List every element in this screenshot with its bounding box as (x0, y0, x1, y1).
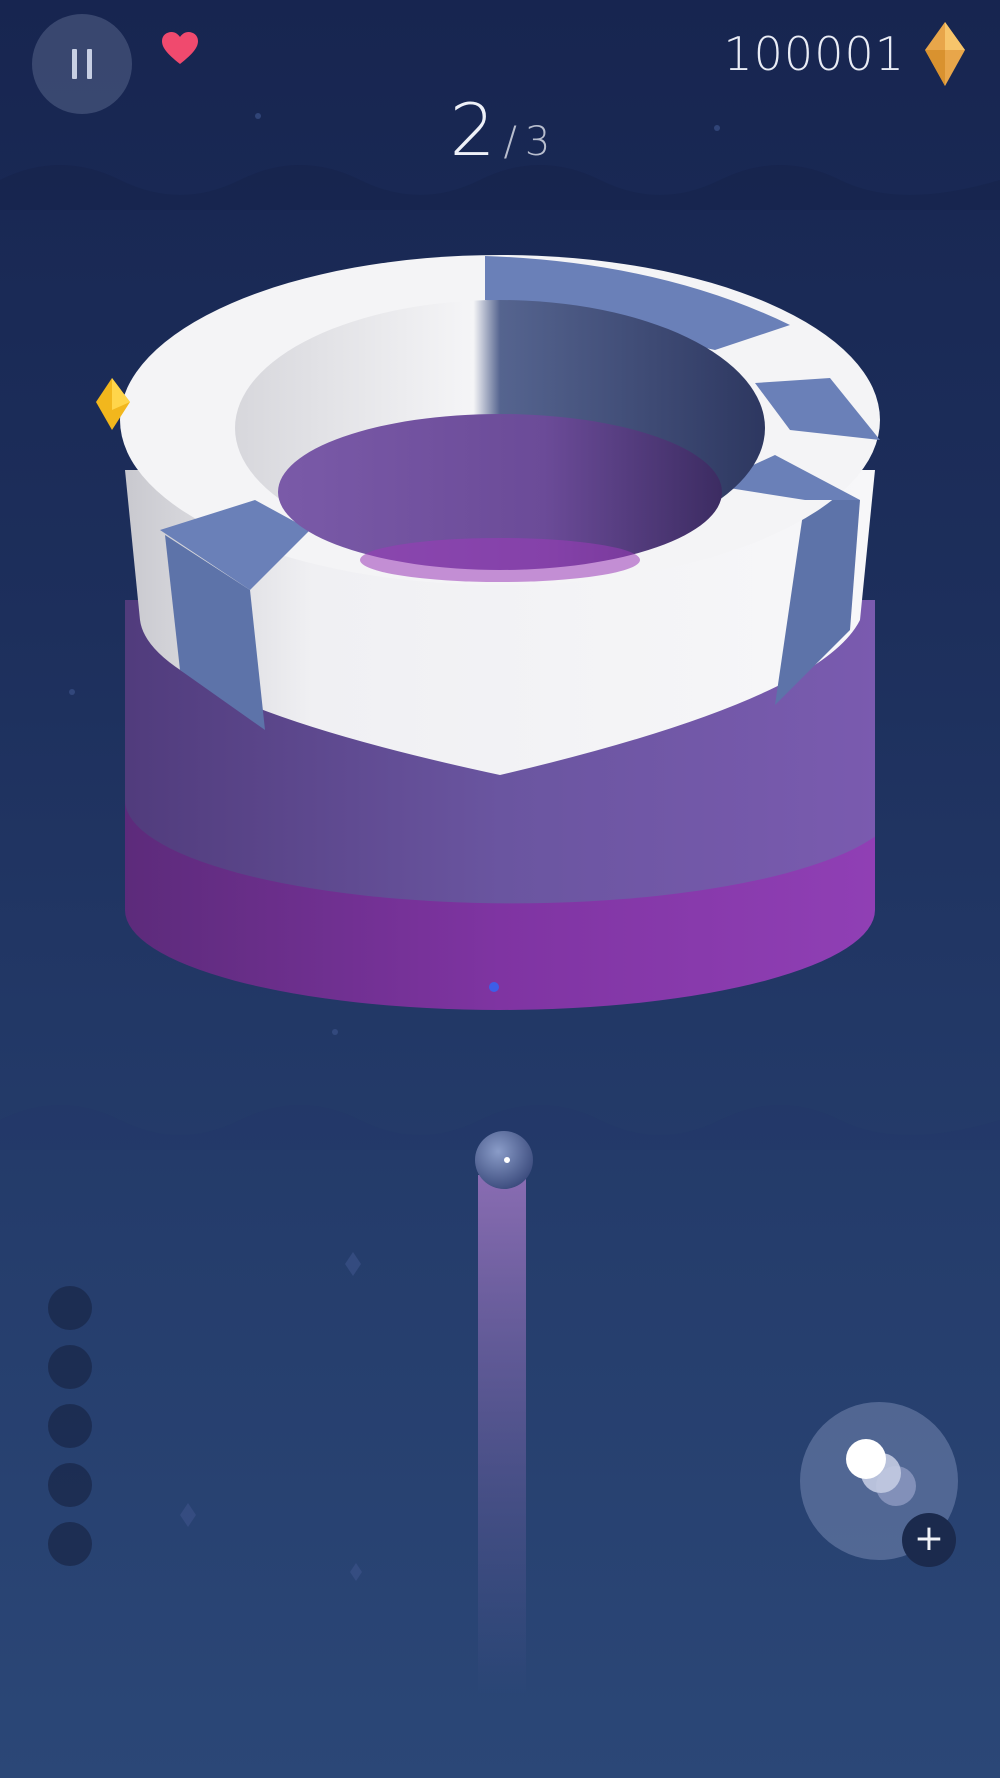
ball-trail (478, 1175, 526, 1695)
ball-slot (48, 1345, 92, 1389)
remaining-balls-indicator (48, 1286, 92, 1581)
ball-slot (48, 1463, 92, 1507)
pause-icon (72, 49, 92, 79)
coin-counter: 100001 (723, 22, 965, 86)
ball-slot (48, 1404, 92, 1448)
level-current: 2 (449, 88, 496, 172)
level-total: 3 (524, 119, 551, 165)
ball-slot (48, 1522, 92, 1566)
heart-icon (162, 32, 198, 64)
level-progress: 2/3 (0, 88, 1000, 172)
ball-slot (48, 1286, 92, 1330)
plus-icon: + (913, 1518, 945, 1559)
level-separator: / (503, 119, 517, 165)
diamond-gem-icon (925, 22, 965, 86)
add-balls-button[interactable]: + (902, 1513, 956, 1567)
coin-count: 100001 (723, 27, 905, 81)
hit-marker (489, 982, 499, 992)
